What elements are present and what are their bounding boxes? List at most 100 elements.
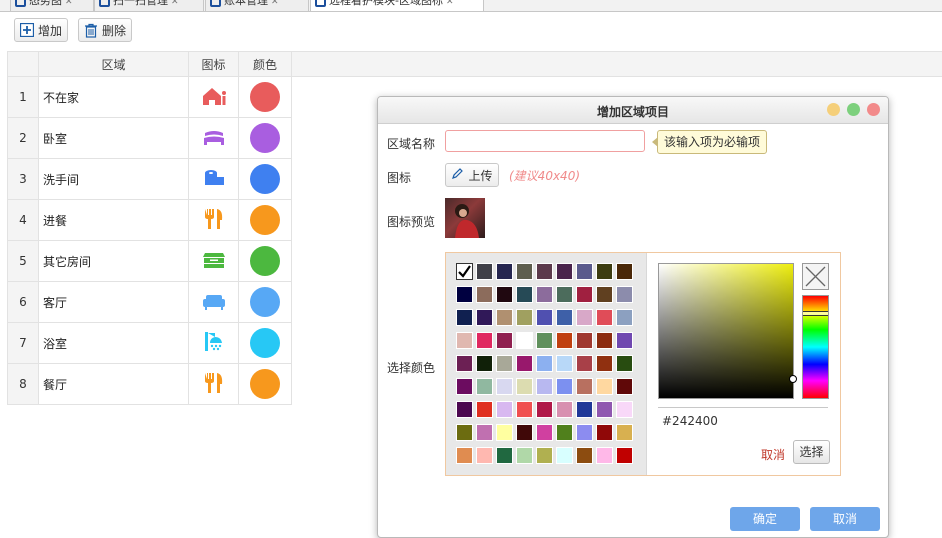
color-cell[interactable] [238,117,292,159]
color-swatch-option[interactable] [496,424,513,441]
color-swatch-option[interactable] [496,263,513,280]
color-swatch-option[interactable] [476,286,493,303]
color-swatch-option[interactable] [496,286,513,303]
area-name-input[interactable] [445,130,645,152]
color-cell[interactable] [238,240,292,282]
hue-slider[interactable] [802,295,829,399]
color-swatch-option[interactable] [556,355,573,372]
tab-1[interactable]: 态势图 ✕ [10,0,94,11]
color-cell[interactable] [238,322,292,364]
color-swatch-option[interactable] [556,263,573,280]
color-swatch-option[interactable] [556,378,573,395]
color-swatch-option[interactable] [496,447,513,464]
color-swatch-option[interactable] [476,378,493,395]
color-swatch-option[interactable] [496,332,513,349]
icon-cell[interactable] [188,158,239,200]
color-swatch-option[interactable] [576,401,593,418]
color-cell[interactable] [238,281,292,323]
hue-slider-handle[interactable] [803,311,828,316]
color-swatch-option[interactable] [476,401,493,418]
color-swatch-option[interactable] [456,424,473,441]
color-swatch-option[interactable] [536,424,553,441]
icon-column-header[interactable]: 图标 [188,51,239,77]
color-swatch-option[interactable] [516,447,533,464]
color-swatch-option[interactable] [556,424,573,441]
tab-close-icon[interactable]: ✕ [446,0,454,7]
icon-cell[interactable] [188,281,239,323]
color-swatch-option[interactable] [616,332,633,349]
icon-cell[interactable] [188,117,239,159]
color-cell[interactable] [238,363,292,405]
color-swatch-option[interactable] [456,309,473,326]
icon-cell[interactable] [188,199,239,241]
area-cell[interactable]: 进餐 [38,199,189,241]
color-swatch-option[interactable] [596,424,613,441]
color-swatch-option[interactable] [496,378,513,395]
color-cell[interactable] [238,76,292,118]
icon-cell[interactable] [188,240,239,282]
color-swatch-option[interactable] [616,447,633,464]
color-swatch-option[interactable] [476,309,493,326]
color-swatch-option[interactable] [556,401,573,418]
add-button[interactable]: 增加 [14,18,68,42]
color-swatch-option[interactable] [536,447,553,464]
color-swatch-option[interactable] [496,355,513,372]
color-swatch-option[interactable] [456,332,473,349]
color-swatch-option[interactable] [616,424,633,441]
color-swatch-option[interactable] [576,355,593,372]
color-swatch-option[interactable] [616,309,633,326]
dialog-title-bar[interactable]: 增加区域项目 [378,97,888,124]
color-swatch-option[interactable] [556,286,573,303]
color-swatch-option[interactable] [576,309,593,326]
color-swatch-option[interactable] [596,378,613,395]
upload-button[interactable]: 上传 [445,163,499,187]
color-swatch-option[interactable] [536,355,553,372]
color-swatch-option[interactable] [536,378,553,395]
color-swatch-option[interactable] [576,332,593,349]
tab-3[interactable]: 账本管理 ✕ [205,0,309,11]
color-swatch-option[interactable] [596,401,613,418]
color-swatch-option[interactable] [516,378,533,395]
color-swatch-option[interactable] [576,424,593,441]
tab-4[interactable]: 远程看护模块-区域图标 ✕ [310,0,484,11]
color-swatch-option[interactable] [596,332,613,349]
color-swatch-option[interactable] [616,355,633,372]
color-swatch-option[interactable] [576,286,593,303]
color-cell[interactable] [238,158,292,200]
color-swatch-option[interactable] [456,286,473,303]
color-swatch-option[interactable] [596,447,613,464]
color-swatch-option[interactable] [616,401,633,418]
color-swatch-option[interactable] [516,286,533,303]
area-cell[interactable]: 其它房间 [38,240,189,282]
hex-value-field[interactable]: #242400 [658,407,828,433]
color-swatch-option[interactable] [576,378,593,395]
color-swatch-option[interactable] [536,263,553,280]
color-swatch-option[interactable] [556,309,573,326]
color-swatch-option[interactable] [616,378,633,395]
color-swatch-option[interactable] [496,401,513,418]
color-swatch-option[interactable] [456,355,473,372]
tab-close-icon[interactable]: ✕ [65,0,73,7]
saturation-brightness-field[interactable] [658,263,797,399]
color-swatch-option[interactable] [496,309,513,326]
minimize-button[interactable] [827,103,840,116]
color-swatch-option[interactable] [476,332,493,349]
color-swatch-option[interactable] [536,401,553,418]
color-swatch-option[interactable] [596,263,613,280]
color-swatch-option[interactable] [576,263,593,280]
color-swatch-option[interactable] [476,263,493,280]
dialog-cancel-button[interactable]: 取消 [810,507,880,531]
tab-close-icon[interactable]: ✕ [171,0,179,7]
color-swatch-option[interactable] [536,332,553,349]
area-column-header[interactable]: 区域 [38,51,189,77]
color-cell[interactable] [238,199,292,241]
color-swatch-option[interactable] [516,355,533,372]
maximize-button[interactable] [847,103,860,116]
clear-color-button[interactable] [802,263,829,290]
color-swatch-option[interactable] [516,263,533,280]
color-swatch-option[interactable] [456,401,473,418]
color-column-header[interactable]: 颜色 [238,51,292,77]
color-swatch-option[interactable] [596,309,613,326]
color-swatch-option[interactable] [476,447,493,464]
color-swatch-option[interactable] [536,286,553,303]
